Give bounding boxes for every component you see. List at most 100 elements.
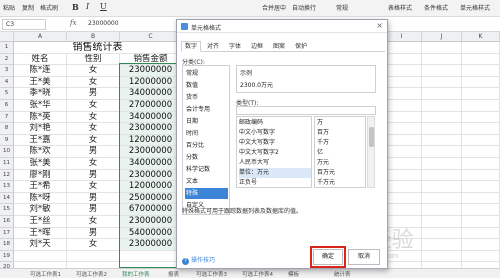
empty-cell[interactable] <box>422 158 462 170</box>
row-header[interactable]: 3 <box>0 65 14 77</box>
cell-name[interactable]: 陈*英 <box>14 111 67 124</box>
row-header[interactable]: 11 <box>0 158 14 170</box>
cell-name[interactable]: 王*美 <box>14 76 67 89</box>
header-cell-name[interactable]: 姓名 <box>14 53 67 66</box>
category-item[interactable]: 分数 <box>185 152 228 163</box>
sheet-tab[interactable]: 可选工作表3 <box>196 270 227 278</box>
empty-cell[interactable] <box>382 169 422 182</box>
empty-cell[interactable] <box>422 76 462 89</box>
ok-button[interactable]: 确定 <box>313 249 343 265</box>
empty-cell[interactable] <box>462 53 500 66</box>
select-all-corner[interactable] <box>0 32 14 42</box>
cell-amount[interactable]: 67000000 <box>120 204 182 216</box>
row-header[interactable]: 10 <box>0 146 14 158</box>
tab-border[interactable]: 边框 <box>247 41 267 52</box>
empty-cell[interactable] <box>462 169 500 182</box>
empty-cell[interactable] <box>422 169 462 182</box>
cell-amount[interactable]: 23000000 <box>120 123 182 135</box>
empty-cell[interactable] <box>462 158 500 170</box>
empty-cell[interactable] <box>382 88 422 100</box>
type-item[interactable]: 邮政编码 <box>239 118 263 128</box>
category-item[interactable]: 数值 <box>185 80 228 91</box>
header-cell-amount[interactable]: 销售金额 <box>120 53 182 66</box>
empty-cell[interactable] <box>120 250 182 263</box>
cell-name[interactable]: 陈*呀 <box>14 192 67 205</box>
column-header-k[interactable]: K <box>462 32 500 42</box>
cell-name[interactable]: 王*晖 <box>14 227 67 240</box>
wrap-text-button[interactable]: 自动换行 <box>292 3 316 12</box>
cell-gender[interactable]: 男 <box>67 192 120 205</box>
row-header[interactable]: 2 <box>0 53 14 66</box>
italic-button[interactable]: I <box>86 2 89 11</box>
row-header[interactable]: 16 <box>0 216 14 228</box>
category-item[interactable]: 时间 <box>185 128 228 139</box>
cell-name[interactable]: 张*美 <box>14 158 67 170</box>
format-painter-button[interactable]: 格式刷 <box>40 3 58 12</box>
empty-cell[interactable] <box>422 88 462 100</box>
empty-cell[interactable] <box>462 181 500 193</box>
cell-name[interactable]: 廖*刚 <box>14 169 67 182</box>
cell-name[interactable]: 季*晓 <box>14 88 67 100</box>
empty-cell[interactable] <box>422 42 462 54</box>
sheet-tab[interactable]: 可选工作表1 <box>30 270 61 278</box>
empty-cell[interactable] <box>382 53 422 66</box>
tab-protection[interactable]: 保护 <box>291 41 311 52</box>
cell-amount[interactable]: 23000000 <box>120 239 182 251</box>
cell-amount[interactable]: 23000000 <box>120 146 182 158</box>
category-item-selected[interactable]: 特殊 <box>185 188 228 199</box>
tab-number[interactable]: 数字 <box>181 41 202 52</box>
cell-gender[interactable]: 女 <box>67 100 120 112</box>
copy-button[interactable]: 复制 <box>22 3 34 12</box>
cell-gender[interactable]: 女 <box>67 216 120 228</box>
category-item[interactable]: 科学记数 <box>185 164 228 175</box>
cell-amount[interactable]: 12000000 <box>120 134 182 147</box>
sheet-tab-active[interactable]: 我的工作表 <box>122 270 150 278</box>
cell-gender[interactable]: 女 <box>67 111 120 124</box>
type-item[interactable]: 亿 <box>317 148 323 158</box>
cell-gender[interactable]: 女 <box>67 123 120 135</box>
cell-name[interactable]: 王*嘉 <box>14 134 67 147</box>
empty-cell[interactable] <box>422 181 462 193</box>
dialog-titlebar[interactable]: 单元格格式 × <box>177 20 387 33</box>
category-list[interactable]: 常规 数值 货币 会计专用 日期 时间 百分比 分数 科学记数 文本 特殊 自定… <box>182 65 230 215</box>
row-header[interactable]: 7 <box>0 111 14 124</box>
empty-cell[interactable] <box>422 100 462 112</box>
type-item[interactable]: 中文大写数字2 <box>239 148 279 158</box>
type-item[interactable]: 万元 <box>317 158 329 168</box>
empty-cell[interactable] <box>422 250 462 263</box>
empty-cell[interactable] <box>422 146 462 158</box>
number-format-select[interactable]: 常规 <box>336 3 348 12</box>
sheet-tab[interactable]: 可选工作表4 <box>242 270 273 278</box>
conditional-format-button[interactable]: 条件格式 <box>424 3 448 12</box>
row-header[interactable]: 8 <box>0 123 14 135</box>
type-item[interactable]: 人民币大写 <box>239 158 269 168</box>
cell-name[interactable]: 陈*连 <box>14 65 67 77</box>
type-item[interactable]: 中文小写数字 <box>239 128 275 138</box>
cell-name[interactable]: 王*丝 <box>14 216 67 228</box>
empty-cell[interactable] <box>462 100 500 112</box>
cell-amount[interactable]: 12000000 <box>120 181 182 193</box>
sheet-tab[interactable]: 模板 <box>288 270 299 278</box>
empty-cell[interactable] <box>382 123 422 135</box>
tab-font[interactable]: 字体 <box>225 41 245 52</box>
cell-gender[interactable]: 男 <box>67 227 120 240</box>
table-style-button[interactable]: 表格样式 <box>388 3 412 12</box>
row-header[interactable]: 19 <box>0 250 14 263</box>
sheet-tab[interactable]: 统计表 <box>334 270 351 278</box>
row-header[interactable]: 5 <box>0 88 14 100</box>
sheet-tab[interactable]: 报表 <box>168 270 179 278</box>
cell-gender[interactable]: 男 <box>67 169 120 182</box>
empty-cell[interactable] <box>382 111 422 124</box>
empty-cell[interactable] <box>382 181 422 193</box>
cell-style-button[interactable]: 单元格样式 <box>460 3 490 12</box>
cell-gender[interactable]: 男 <box>67 204 120 216</box>
tab-alignment[interactable]: 对齐 <box>203 41 223 52</box>
type-item[interactable]: 百万元 <box>317 168 335 178</box>
empty-cell[interactable] <box>422 111 462 124</box>
cell-name[interactable]: 刘*艳 <box>14 123 67 135</box>
empty-cell[interactable] <box>67 250 120 263</box>
cancel-button[interactable]: 取消 <box>348 249 380 265</box>
empty-cell[interactable] <box>382 134 422 147</box>
tab-pattern[interactable]: 图案 <box>269 41 289 52</box>
cell-gender[interactable]: 女 <box>67 65 120 77</box>
